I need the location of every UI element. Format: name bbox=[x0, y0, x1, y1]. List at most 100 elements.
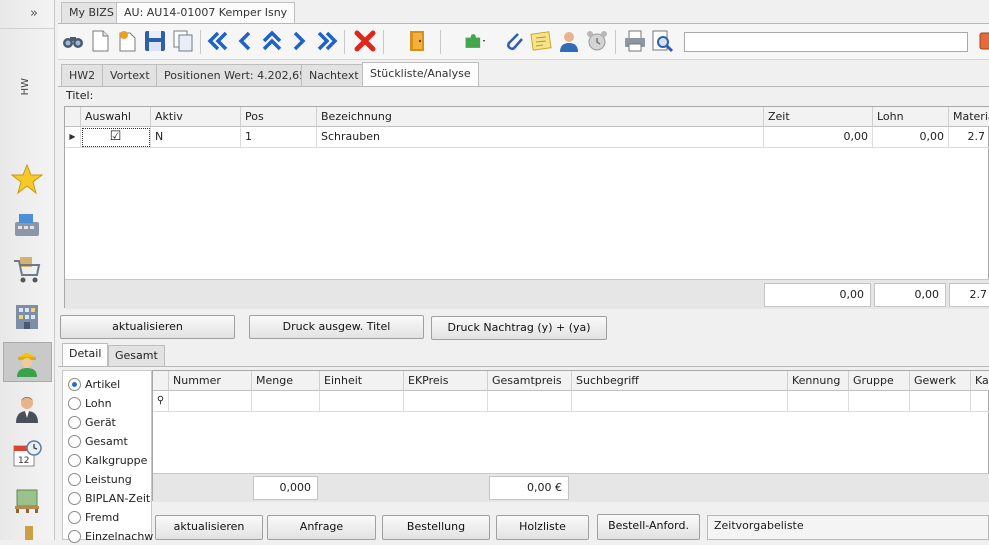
person-icon[interactable] bbox=[8, 389, 46, 427]
radio-button[interactable] bbox=[68, 529, 81, 543]
column-header-menge[interactable]: Menge bbox=[252, 371, 320, 391]
calendar-clock-icon[interactable]: 12 bbox=[8, 435, 46, 473]
column-header-kennung[interactable]: Kennung bbox=[788, 371, 849, 391]
save-icon[interactable] bbox=[142, 28, 168, 54]
column-header-auswahl[interactable]: Auswahl bbox=[81, 107, 151, 127]
filter-cell-suchbegriff[interactable] bbox=[572, 391, 788, 412]
aktualisieren-button[interactable]: aktualisieren bbox=[60, 315, 235, 339]
radio-button[interactable] bbox=[68, 491, 81, 505]
zeitvorgabeliste-panel[interactable]: Zeitvorgabeliste bbox=[707, 515, 989, 540]
radio-biplan-zeit[interactable]: BIPLAN-Zeit bbox=[68, 489, 150, 507]
column-header-gruppe[interactable]: Gruppe bbox=[849, 371, 910, 391]
radio-lohn[interactable]: Lohn bbox=[68, 394, 112, 412]
radio-fremd[interactable]: Fremd bbox=[68, 508, 119, 526]
binoculars-icon[interactable] bbox=[60, 28, 86, 54]
column-header-gesamtpreis[interactable]: Gesamtpreis bbox=[488, 371, 572, 391]
new-document-icon[interactable] bbox=[87, 28, 113, 54]
building-icon[interactable] bbox=[8, 297, 46, 335]
column-header-zeit[interactable]: Zeit bbox=[764, 107, 873, 127]
doc-tab-my-bizs[interactable]: My BIZS bbox=[61, 2, 122, 23]
search-input[interactable] bbox=[684, 32, 968, 52]
radio-artikel[interactable]: Artikel bbox=[68, 375, 120, 393]
exit-door-icon[interactable] bbox=[404, 28, 430, 54]
radio-button[interactable] bbox=[68, 453, 81, 467]
radio-geraet[interactable]: Gerät bbox=[68, 413, 116, 431]
tab-nachtext[interactable]: Nachtext bbox=[301, 64, 367, 86]
tab-gesamt[interactable]: Gesamt bbox=[108, 345, 165, 366]
copy-document-icon[interactable] bbox=[170, 28, 196, 54]
close-icon[interactable] bbox=[978, 28, 989, 54]
radio-kalkgruppe[interactable]: Kalkgruppe bbox=[68, 451, 147, 469]
column-header-suchbegriff[interactable]: Suchbegriff bbox=[572, 371, 788, 391]
column-header-pos[interactable]: Pos bbox=[241, 107, 317, 127]
column-header-lohn[interactable]: Lohn bbox=[873, 107, 949, 127]
doc-tab-au[interactable]: AU: AU14-01007 Kemper Isny bbox=[116, 2, 296, 24]
filter-cell-gewerk[interactable] bbox=[910, 391, 971, 412]
tab-detail[interactable]: Detail bbox=[62, 343, 109, 367]
druck-nachtrag-button[interactable]: Druck Nachtrag (y) + (ya) bbox=[431, 316, 607, 340]
print-preview-icon[interactable] bbox=[649, 28, 675, 54]
filter-cell-gruppe[interactable] bbox=[849, 391, 910, 412]
column-header-gewerk[interactable]: Gewerk bbox=[910, 371, 971, 391]
print-icon[interactable] bbox=[622, 28, 648, 54]
filter-cell-gesamtpreis[interactable] bbox=[488, 391, 572, 412]
cell-bezeichnung[interactable]: Schrauben bbox=[317, 127, 764, 148]
tab-stueckliste-analyse[interactable]: Stückliste/Analyse bbox=[362, 62, 479, 87]
filter-cell-kal[interactable] bbox=[971, 391, 989, 412]
anfrage-button[interactable]: Anfrage bbox=[267, 515, 376, 540]
column-header-material[interactable]: Material bbox=[949, 107, 989, 127]
bestell-anford-button[interactable]: Bestell-Anford. bbox=[597, 514, 700, 540]
radio-leistung[interactable]: Leistung bbox=[68, 470, 132, 488]
auswahl-checkbox[interactable]: ☑ bbox=[81, 127, 151, 148]
radio-button[interactable] bbox=[68, 415, 81, 429]
puzzle-icon[interactable] bbox=[460, 28, 490, 54]
radio-einzelnachw[interactable]: Einzelnachw bbox=[68, 527, 153, 545]
worker-icon[interactable] bbox=[8, 343, 46, 381]
previous-record-icon[interactable] bbox=[232, 28, 258, 54]
cell-zeit[interactable]: 0,00 bbox=[764, 127, 873, 148]
filter-cell-einheit[interactable] bbox=[320, 391, 404, 412]
holzliste-button[interactable]: Holzliste bbox=[496, 515, 589, 540]
radio-gesamt[interactable]: Gesamt bbox=[68, 432, 128, 450]
cash-register-icon[interactable] bbox=[8, 205, 46, 243]
cell-lohn[interactable]: 0,00 bbox=[873, 127, 949, 148]
cell-pos[interactable]: 1 bbox=[241, 127, 317, 148]
filter-cell-nummer[interactable] bbox=[169, 391, 252, 412]
radio-button[interactable] bbox=[68, 510, 81, 524]
last-record-icon[interactable] bbox=[314, 28, 340, 54]
user-icon[interactable] bbox=[556, 28, 582, 54]
notes-icon[interactable] bbox=[528, 28, 554, 54]
column-header-ekpreis[interactable]: EKPreis bbox=[404, 371, 488, 391]
radio-button[interactable] bbox=[68, 434, 81, 448]
shopping-cart-icon[interactable] bbox=[8, 250, 46, 288]
collapse-sidebar-button[interactable]: » bbox=[30, 6, 38, 21]
next-record-icon[interactable] bbox=[286, 28, 312, 54]
pallet-icon[interactable] bbox=[8, 481, 46, 519]
star-icon[interactable] bbox=[8, 160, 46, 198]
bestellung-button[interactable]: Bestellung bbox=[382, 515, 490, 540]
column-header-nummer[interactable]: Nummer bbox=[169, 371, 252, 391]
cell-aktiv[interactable]: N bbox=[151, 127, 241, 148]
attach-icon[interactable] bbox=[501, 28, 527, 54]
tab-positionen[interactable]: Positionen Wert: 4.202,65 bbox=[156, 64, 315, 86]
new-from-template-icon[interactable] bbox=[114, 28, 140, 54]
more-icon[interactable] bbox=[8, 526, 46, 540]
radio-button[interactable] bbox=[68, 472, 81, 486]
aktualisieren-detail-button[interactable]: aktualisieren bbox=[155, 515, 263, 540]
tab-vortext[interactable]: Vortext bbox=[102, 64, 158, 86]
filter-cell-kennung[interactable] bbox=[788, 391, 849, 412]
column-header-bezeichnung[interactable]: Bezeichnung bbox=[317, 107, 764, 127]
alarm-clock-icon[interactable] bbox=[584, 28, 610, 54]
column-header-kal[interactable]: Kal bbox=[971, 371, 989, 391]
column-header-einheit[interactable]: Einheit bbox=[320, 371, 404, 391]
druck-titel-button[interactable]: Druck ausgew. Titel bbox=[249, 315, 424, 339]
delete-icon[interactable] bbox=[352, 28, 378, 54]
up-record-icon[interactable] bbox=[259, 28, 285, 54]
tab-hw2[interactable]: HW2 bbox=[61, 64, 104, 86]
filter-cell-ekpreis[interactable] bbox=[404, 391, 488, 412]
filter-cell-menge[interactable] bbox=[252, 391, 320, 412]
radio-button[interactable] bbox=[68, 396, 81, 410]
radio-button[interactable] bbox=[68, 377, 81, 391]
column-header-aktiv[interactable]: Aktiv bbox=[151, 107, 241, 127]
cell-material[interactable]: 2.7 bbox=[949, 127, 989, 148]
